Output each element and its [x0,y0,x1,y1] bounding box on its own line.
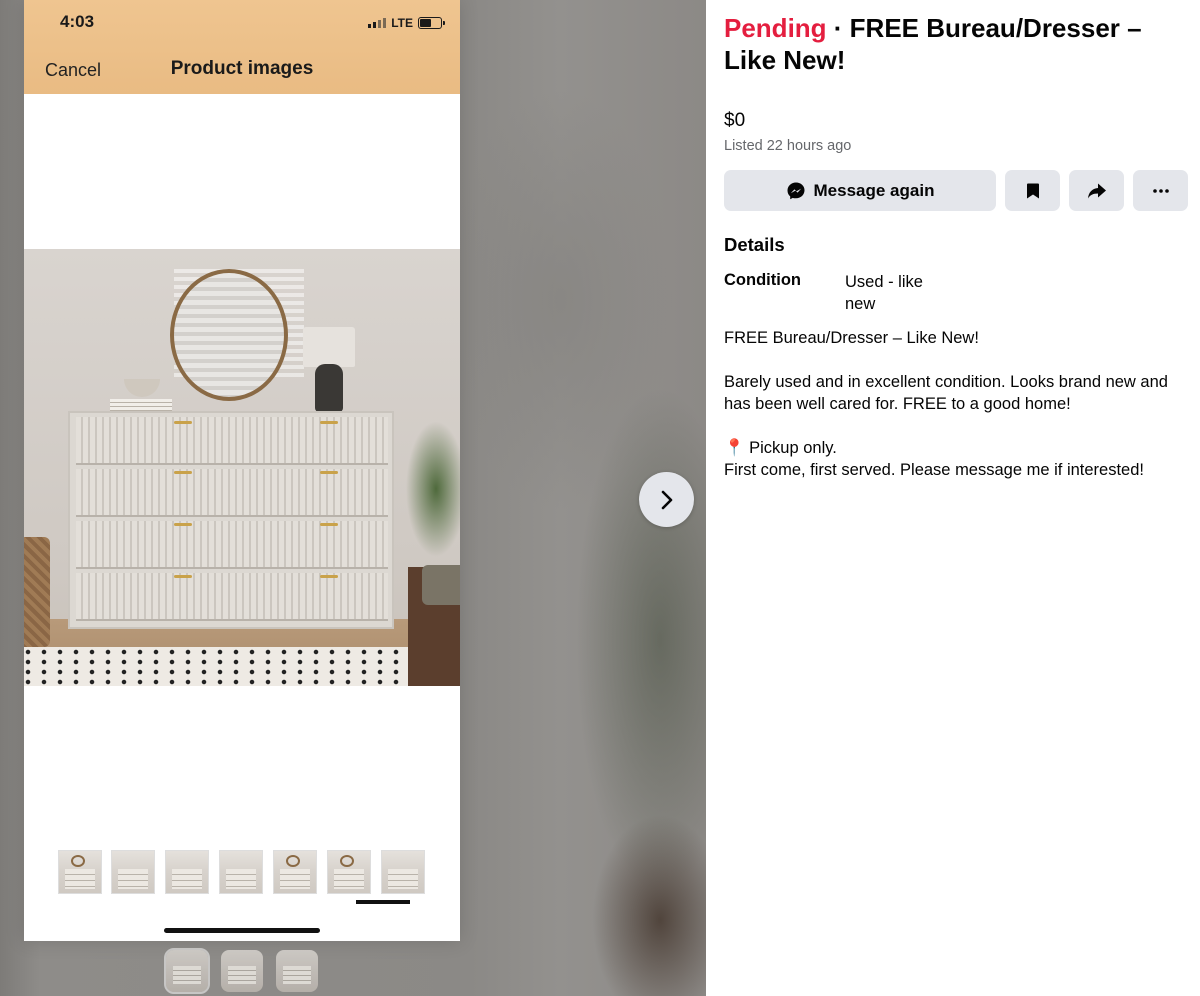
phone-thumbnail-strip [58,850,428,904]
phone-thumbnail [327,850,371,894]
listing-details-panel: Pending · FREE Bureau/Dresser – Like New… [706,0,1200,996]
phone-header: 4:03 LTE Cancel Product images [24,0,460,94]
network-label: LTE [391,16,413,30]
gallery-thumbnail[interactable] [164,948,210,994]
title-separator: · [826,13,850,43]
listing-title: Pending · FREE Bureau/Dresser – Like New… [724,12,1164,76]
signal-icon [368,18,387,28]
bookmark-icon [1026,183,1039,198]
save-button[interactable] [1005,170,1060,211]
condition-label: Condition [724,271,801,289]
message-again-button[interactable]: Message again [724,170,996,211]
gallery-thumbnail[interactable] [276,950,318,992]
more-dots-icon [1152,188,1169,193]
listed-time: Listed 22 hours ago [724,138,852,154]
more-options-button[interactable] [1133,170,1188,211]
description-line: FREE Bureau/Dresser – Like New! [724,329,979,347]
media-viewer: 4:03 LTE Cancel Product images [0,0,706,996]
mirror-illustration [170,269,288,401]
next-image-button[interactable] [639,472,694,527]
phone-status-bar: LTE [368,14,445,32]
messenger-icon [787,182,805,199]
product-image-screenshot: 4:03 LTE Cancel Product images [24,0,460,941]
listing-description: FREE Bureau/Dresser – Like New! Barely u… [724,327,1192,481]
phone-thumbnail [58,850,102,894]
dresser-illustration [68,411,394,629]
gallery-thumbnails [164,948,326,994]
gallery-thumbnail[interactable] [221,950,263,992]
share-button[interactable] [1069,170,1124,211]
thumbnail-selected-indicator [356,900,410,904]
battery-icon [418,17,445,29]
pending-status: Pending [724,13,827,43]
message-again-label: Message again [813,180,935,200]
home-indicator [164,928,320,933]
dresser-photo [24,249,460,686]
phone-thumbnail [273,850,317,894]
description-line: First come, first served. Please message… [724,461,1144,479]
share-arrow-icon [1087,183,1106,198]
phone-thumbnail [165,850,209,894]
chevron-right-icon [661,490,672,509]
phone-thumbnail [219,850,263,894]
pickup-line: 📍 Pickup only. [724,439,837,457]
description-line: Barely used and in excellent condition. … [724,373,1168,413]
phone-title: Product images [170,58,314,79]
details-heading: Details [724,234,785,255]
listing-price: $0 [724,110,746,131]
pin-icon: 📍 [724,439,745,457]
phone-time: 4:03 [60,12,95,31]
phone-thumbnail [111,850,155,894]
phone-thumbnail [381,850,425,894]
condition-value: Used - like new [845,273,923,313]
